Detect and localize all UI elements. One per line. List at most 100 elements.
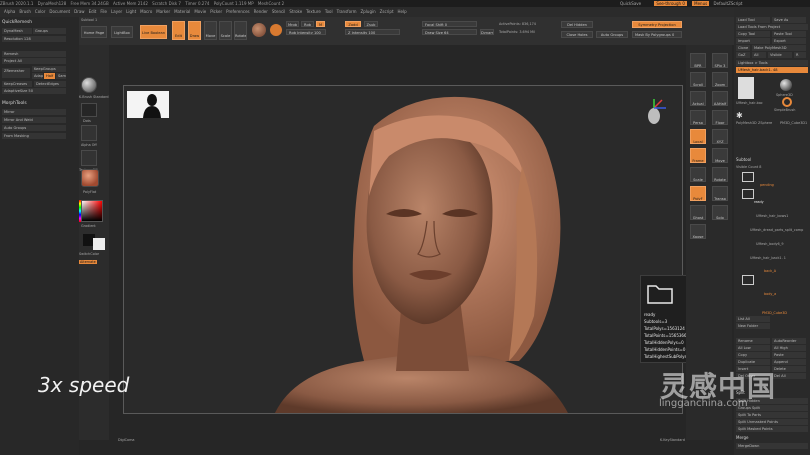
menu-item[interactable]: Brush — [19, 9, 31, 14]
rgb-intensity-slider[interactable]: Rgb Intensity 100 — [286, 29, 326, 35]
half-button[interactable]: Half — [44, 73, 55, 79]
menu-item[interactable]: Transform — [337, 9, 357, 14]
menu-item[interactable]: Light — [126, 9, 136, 14]
autoreorder-button[interactable]: AutoReorder — [772, 338, 806, 344]
tool-button[interactable]: Xpose — [690, 224, 706, 239]
new-folder-button[interactable]: New Folder — [736, 323, 770, 329]
folder-icon[interactable] — [742, 189, 754, 199]
see-through-slider[interactable]: See-through 0 — [654, 1, 687, 6]
tool-button[interactable]: SPix 3 — [712, 53, 728, 68]
rename-button[interactable]: Rename — [736, 338, 770, 344]
draw-button[interactable]: Draw — [188, 21, 201, 40]
tool-button[interactable]: Local — [690, 129, 706, 144]
rgb-button[interactable]: Rgb — [301, 21, 314, 27]
viewport[interactable] — [123, 85, 683, 414]
adapt-button[interactable]: Adapt — [32, 73, 43, 79]
hue-strip[interactable] — [79, 200, 81, 222]
orientation-gizmo[interactable] — [642, 98, 668, 132]
tool-thumb-1[interactable] — [738, 77, 754, 99]
tool-button[interactable]: XYZ — [712, 129, 728, 144]
tool-button[interactable]: Scroll — [690, 72, 706, 87]
subtool-item[interactable]: UMesh_hair_back1. 1 — [750, 256, 786, 260]
menu-item[interactable]: Texture — [306, 9, 321, 14]
material-swatch[interactable] — [252, 23, 266, 37]
subtool-item[interactable]: UMesh_dread_parts_split_comp — [750, 228, 803, 232]
clone-button[interactable]: Clone — [736, 45, 750, 51]
folder-icon[interactable] — [742, 275, 754, 285]
menu-item[interactable]: Movie — [194, 9, 206, 14]
list-all-button[interactable]: List All — [736, 316, 770, 322]
resolution-slider[interactable]: Resolution 128 — [2, 36, 66, 42]
sphere-thumb[interactable] — [780, 79, 792, 91]
close-holes-button[interactable]: Close Holes — [561, 31, 593, 38]
menu-item[interactable]: Preferences — [226, 9, 250, 14]
auto-groups-shelf-button[interactable]: Auto Groups — [596, 31, 628, 38]
r-button[interactable]: R — [794, 52, 806, 58]
sculpt-model[interactable] — [124, 86, 683, 414]
color-swatch[interactable] — [269, 23, 283, 37]
tool-button[interactable]: Ghost — [690, 205, 706, 220]
menu-item[interactable]: File — [100, 9, 107, 14]
tool-button[interactable]: BPR — [690, 53, 706, 68]
same-button[interactable]: Same — [56, 73, 66, 79]
export-button[interactable]: Export — [772, 38, 806, 44]
all-button[interactable]: All — [752, 52, 766, 58]
menu-item[interactable]: Help — [398, 9, 407, 14]
home-page-button[interactable]: Home Page — [81, 26, 107, 38]
material-thumb[interactable] — [81, 169, 99, 187]
dynamesh-button[interactable]: DynaMesh — [2, 28, 32, 34]
keep-creases-button[interactable]: KeepCreases — [2, 81, 32, 87]
alpha-thumb[interactable] — [81, 125, 97, 141]
m-button[interactable]: M — [316, 21, 325, 27]
folder-icon[interactable] — [742, 172, 754, 182]
merge-down-button[interactable]: MergeDown — [736, 443, 808, 449]
menus-button[interactable]: Menus — [692, 1, 710, 6]
menu-item[interactable]: Layer — [111, 9, 122, 14]
zremesher-button[interactable]: ZRemesher — [2, 68, 30, 78]
menu-item[interactable]: Stencil — [272, 9, 286, 14]
menu-item[interactable]: Marker — [156, 9, 170, 14]
tool-button[interactable]: Frame — [690, 148, 706, 163]
alternate-button[interactable]: Alternate — [79, 260, 97, 264]
tool-button[interactable]: Transp — [712, 186, 728, 201]
menu-item[interactable]: Material — [174, 9, 190, 14]
mask-by-polygroups-slider[interactable]: Mask By Polygroups 0 — [632, 31, 682, 38]
menu-item[interactable]: Zscript — [380, 9, 394, 14]
zadd-button[interactable]: Zadd — [345, 21, 361, 27]
default-zscript-button[interactable]: DefaultZScript — [714, 1, 743, 6]
star-icon[interactable]: ✱ — [736, 111, 743, 120]
all-low-button[interactable]: All Low — [736, 345, 770, 351]
goz-button[interactable]: GoZ — [736, 52, 750, 58]
stroke-thumb[interactable] — [81, 103, 97, 117]
menu-item[interactable]: Draw — [74, 9, 84, 14]
subtool-item[interactable]: UMesh_body6_9 — [756, 242, 784, 246]
visible-button[interactable]: Visible — [768, 52, 792, 58]
tool-button[interactable]: Persp — [690, 110, 706, 125]
rotate-button[interactable]: Rotate — [234, 21, 247, 40]
draw-size-slider[interactable]: Draw Size 64 — [422, 29, 477, 35]
menu-item[interactable]: Tool — [325, 9, 333, 14]
menu-item[interactable]: Document — [49, 9, 70, 14]
tool-button[interactable]: Solo — [712, 205, 728, 220]
auto-groups-button[interactable]: Auto Groups — [2, 125, 66, 131]
zsub-button[interactable]: Zsub — [364, 21, 378, 27]
simplebrush-thumb[interactable] — [782, 97, 792, 107]
delete-button[interactable]: Delete — [772, 366, 806, 372]
quicksave-button[interactable]: QuickSave — [620, 1, 641, 6]
lightbox-tools-button[interactable]: Lightbox > Tools — [736, 60, 808, 66]
tool-button[interactable]: Move — [712, 148, 728, 163]
tool-button[interactable]: Zoom — [712, 72, 728, 87]
lightbox-button[interactable]: LightBox — [111, 26, 133, 38]
subtool-folder[interactable]: pending — [760, 183, 774, 187]
live-boolean-button[interactable]: Live Boolean — [140, 25, 167, 39]
menu-item[interactable]: Macro — [140, 9, 152, 14]
adaptive-size-slider[interactable]: AdaptiveSize 50 — [2, 88, 66, 94]
texture-thumb[interactable] — [81, 150, 97, 166]
menu-item[interactable]: Color — [35, 9, 45, 14]
menu-item[interactable]: Picker — [210, 9, 222, 14]
subtool-item[interactable]: UMesh_hair_bows1 — [756, 214, 788, 218]
copy-tool-button[interactable]: Copy Tool — [736, 31, 770, 37]
switchcolor-button[interactable]: SwitchColor — [79, 252, 99, 256]
tool-button[interactable]: AAHalf — [712, 91, 728, 106]
detect-edges-button[interactable]: DetectEdges — [34, 81, 66, 87]
